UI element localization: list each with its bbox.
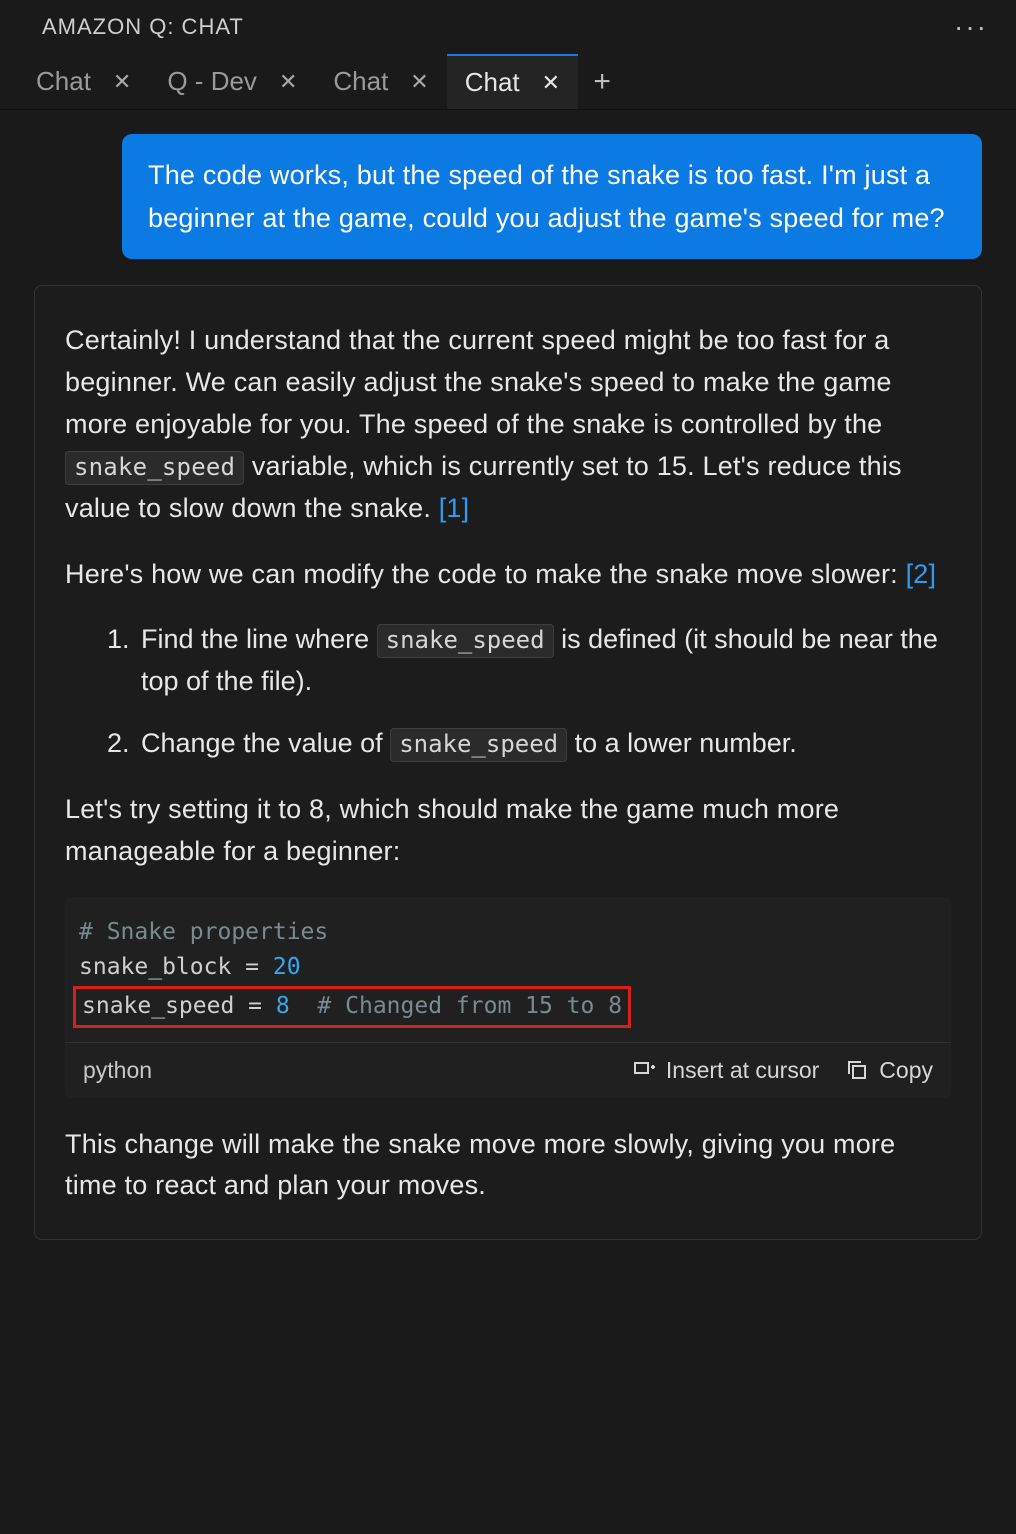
chat-body: The code works, but the speed of the sna… xyxy=(0,110,1016,1240)
tab-label: Chat xyxy=(465,67,520,98)
inline-code: snake_speed xyxy=(377,624,554,658)
code-highlight-line: snake_speed = 8 # Changed from 15 to 8 xyxy=(73,986,631,1028)
close-icon[interactable]: ✕ xyxy=(542,70,560,96)
assistant-paragraph-1: Certainly! I understand that the current… xyxy=(65,320,951,529)
panel-title: AMAZON Q: CHAT xyxy=(42,14,244,40)
close-icon[interactable]: ✕ xyxy=(279,69,297,95)
close-icon[interactable]: ✕ xyxy=(410,69,428,95)
insert-cursor-icon xyxy=(632,1058,656,1082)
assistant-text: Here's how we can modify the code to mak… xyxy=(65,559,906,589)
new-tab-button[interactable]: + xyxy=(578,54,626,109)
panel-header: AMAZON Q: CHAT ··· xyxy=(0,0,1016,54)
user-message-text: The code works, but the speed of the sna… xyxy=(148,160,945,233)
copy-label: Copy xyxy=(879,1057,933,1084)
code-op: = xyxy=(234,993,276,1019)
step-item-2: Change the value of snake_speed to a low… xyxy=(137,723,951,765)
code-comment: # Changed from 15 to 8 xyxy=(290,993,622,1019)
code-actions: Insert at cursor Copy xyxy=(632,1057,933,1084)
code-var: snake_block xyxy=(79,954,231,980)
tab-label: Chat xyxy=(36,66,91,97)
code-var: snake_speed xyxy=(82,993,234,1019)
close-icon[interactable]: ✕ xyxy=(113,69,131,95)
inline-code: snake_speed xyxy=(65,451,244,485)
step-item-1: Find the line where snake_speed is defin… xyxy=(137,619,951,703)
code-footer: python Insert at cursor Copy xyxy=(65,1042,951,1098)
code-num: 20 xyxy=(273,954,301,980)
reference-link-1[interactable]: [1] xyxy=(439,493,470,523)
code-comment: # Snake properties xyxy=(79,919,328,945)
assistant-paragraph-2: Here's how we can modify the code to mak… xyxy=(65,554,951,596)
steps-list: Find the line where snake_speed is defin… xyxy=(65,619,951,765)
code-op: = xyxy=(231,954,273,980)
copy-button[interactable]: Copy xyxy=(845,1057,933,1084)
inline-code: snake_speed xyxy=(390,728,567,762)
insert-at-cursor-button[interactable]: Insert at cursor xyxy=(632,1057,819,1084)
assistant-message-card: Certainly! I understand that the current… xyxy=(34,285,982,1240)
code-block: # Snake properties snake_block = 20 snak… xyxy=(65,897,951,1098)
tab-label: Q - Dev xyxy=(167,66,257,97)
step-text: Change the value of xyxy=(141,728,390,758)
tab-chat-3[interactable]: Chat ✕ xyxy=(315,54,446,109)
reference-link-2[interactable]: [2] xyxy=(906,559,937,589)
assistant-paragraph-4: This change will make the snake move mor… xyxy=(65,1124,951,1208)
insert-label: Insert at cursor xyxy=(666,1057,819,1084)
tab-qdev[interactable]: Q - Dev ✕ xyxy=(149,54,315,109)
tab-label: Chat xyxy=(333,66,388,97)
assistant-paragraph-3: Let's try setting it to 8, which should … xyxy=(65,789,951,873)
assistant-text: Certainly! I understand that the current… xyxy=(65,325,892,439)
copy-icon xyxy=(845,1058,869,1082)
tab-strip: Chat ✕ Q - Dev ✕ Chat ✕ Chat ✕ + xyxy=(0,54,1016,110)
code-content: # Snake properties snake_block = 20 snak… xyxy=(65,897,951,1042)
code-num: 8 xyxy=(276,993,290,1019)
step-text: to a lower number. xyxy=(567,728,797,758)
more-icon[interactable]: ··· xyxy=(954,21,988,32)
user-message-bubble: The code works, but the speed of the sna… xyxy=(122,134,982,259)
code-language-label: python xyxy=(83,1057,152,1084)
step-text: Find the line where xyxy=(141,624,377,654)
tab-chat-active[interactable]: Chat ✕ xyxy=(447,54,578,109)
tab-chat-1[interactable]: Chat ✕ xyxy=(18,54,149,109)
